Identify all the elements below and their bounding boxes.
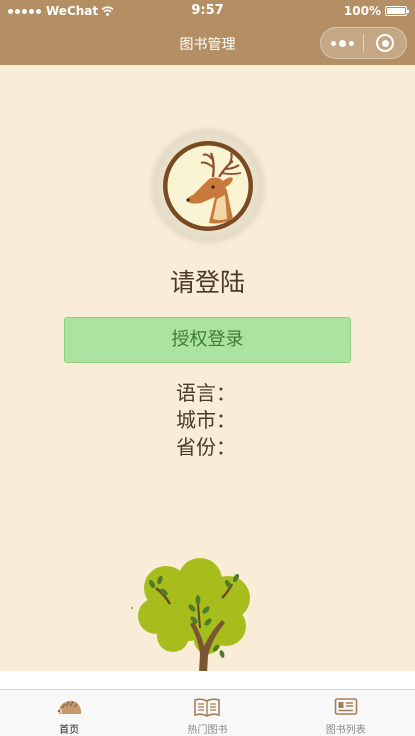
tab-bar: 首页 热门图书 图书列表 bbox=[0, 689, 415, 736]
city-label: 城市： bbox=[176, 408, 236, 432]
battery-icon bbox=[385, 6, 409, 16]
avatar bbox=[153, 131, 263, 241]
tab-book-list[interactable]: 图书列表 bbox=[277, 690, 415, 736]
tab-book-list-label: 图书列表 bbox=[325, 725, 366, 736]
language-label: 语言： bbox=[176, 381, 236, 405]
tab-hot-books-label: 热门图书 bbox=[187, 725, 228, 736]
close-miniprogram-icon[interactable] bbox=[364, 28, 406, 58]
tab-hot-books[interactable]: 热门图书 bbox=[138, 690, 276, 736]
nav-bar: 图书管理 bbox=[0, 22, 415, 65]
menu-capsule bbox=[320, 27, 407, 59]
content-bottom bbox=[0, 671, 415, 689]
authorize-login-button[interactable]: 授权登录 bbox=[64, 317, 351, 363]
hedgehog-icon bbox=[56, 696, 82, 718]
book-list-icon bbox=[333, 696, 359, 718]
province-label: 省份： bbox=[176, 435, 236, 459]
deer-icon bbox=[163, 141, 253, 231]
tab-home[interactable]: 首页 bbox=[0, 690, 138, 736]
login-title: 请登陆 bbox=[169, 268, 245, 297]
user-info: 语言： 城市： 省份： bbox=[176, 380, 236, 461]
tab-home-label: 首页 bbox=[59, 725, 80, 736]
open-book-icon bbox=[194, 696, 221, 718]
battery-percent: 100% bbox=[343, 4, 381, 18]
status-bar: WeChat 9:57 100% bbox=[0, 0, 415, 22]
status-right: 100% bbox=[343, 4, 409, 18]
more-icon[interactable] bbox=[321, 28, 363, 58]
